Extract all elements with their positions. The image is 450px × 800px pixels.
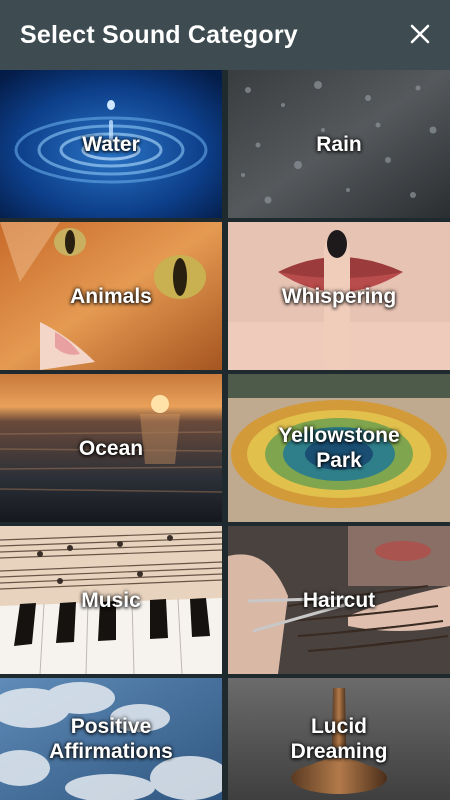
category-tile-music[interactable]: Music	[0, 526, 222, 674]
category-tile-haircut[interactable]: Haircut	[228, 526, 450, 674]
category-label: Ocean	[78, 436, 144, 460]
category-tile-ocean[interactable]: Ocean	[0, 374, 222, 522]
category-tile-water[interactable]: Water	[0, 70, 222, 218]
category-tile-whispering[interactable]: Whispering	[228, 222, 450, 370]
close-icon	[410, 24, 430, 44]
category-label: Music	[81, 588, 141, 612]
category-tile-lucid-dreaming[interactable]: Lucid Dreaming	[228, 678, 450, 800]
category-grid: Water Rain Animals Whispering Ocean Yell…	[0, 70, 450, 800]
category-tile-positive-affirmations[interactable]: Positive Affirmations	[0, 678, 222, 800]
dialog-header: Select Sound Category	[0, 0, 450, 70]
category-label: Haircut	[302, 588, 376, 612]
category-label: Yellowstone Park	[278, 424, 400, 472]
category-label: Positive Affirmations	[49, 715, 173, 763]
category-label: Whispering	[281, 284, 397, 308]
category-tile-animals[interactable]: Animals	[0, 222, 222, 370]
category-label: Animals	[70, 284, 152, 308]
dialog-title: Select Sound Category	[20, 21, 298, 49]
close-button[interactable]	[402, 16, 438, 52]
category-label: Lucid Dreaming	[290, 715, 388, 763]
category-tile-rain[interactable]: Rain	[228, 70, 450, 218]
category-label: Water	[82, 132, 140, 156]
category-label: Rain	[316, 132, 362, 156]
category-tile-yellowstone-park[interactable]: Yellowstone Park	[228, 374, 450, 522]
